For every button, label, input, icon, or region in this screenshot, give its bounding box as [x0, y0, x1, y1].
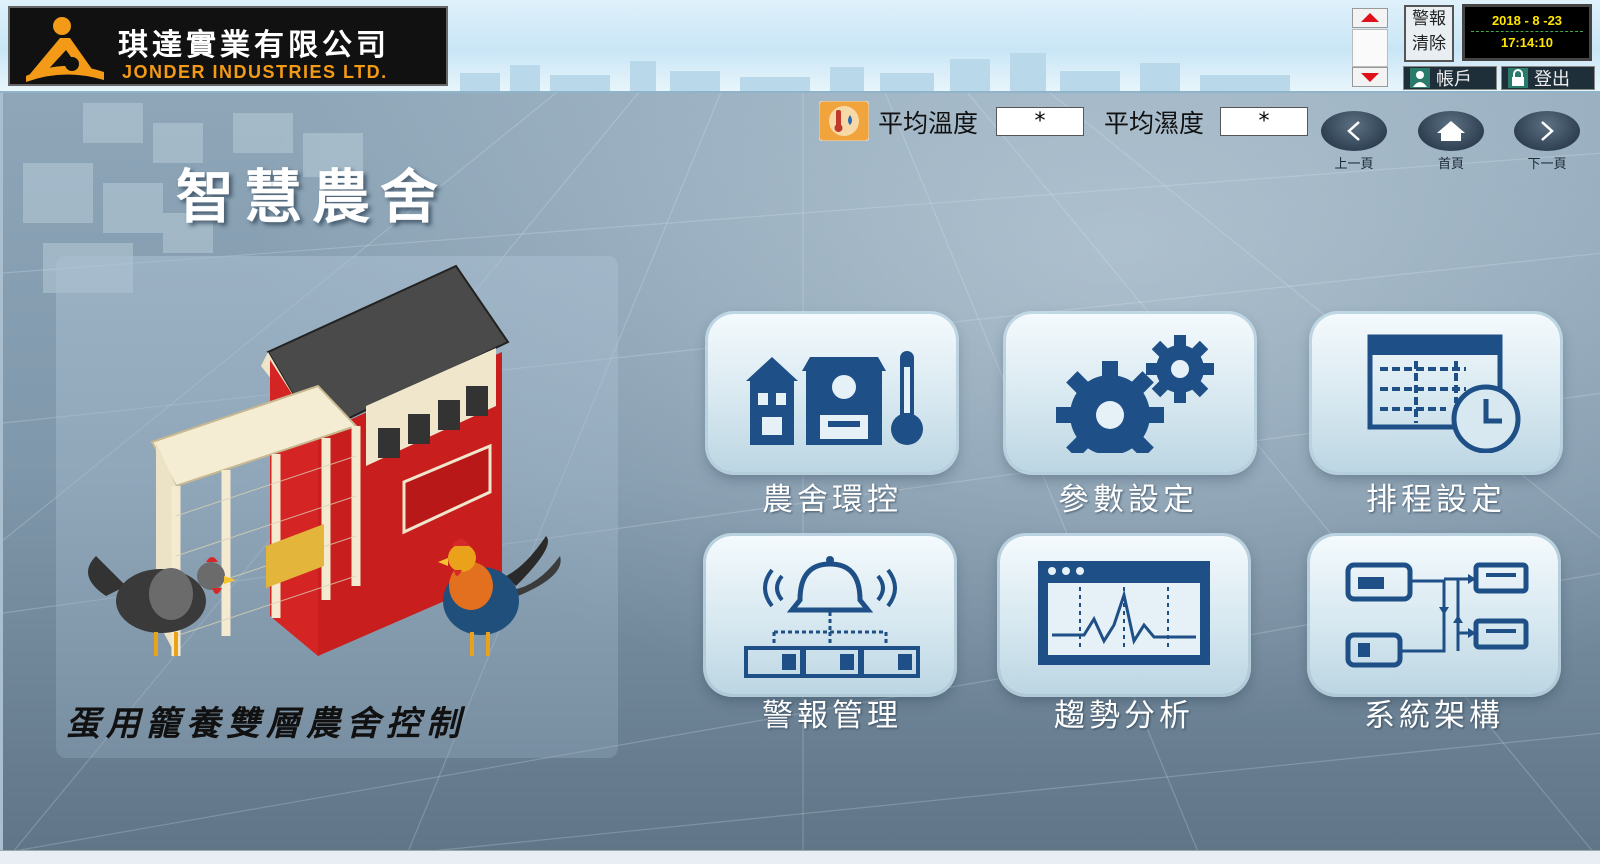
schedule-clock-icon: [1367, 334, 1521, 453]
chevron-right-icon: [1541, 121, 1554, 141]
avg-humidity-value: *: [1220, 107, 1308, 136]
logout-button[interactable]: 登出: [1501, 66, 1595, 90]
arrow-up-icon: [1361, 13, 1379, 22]
scroll-up-button[interactable]: [1352, 8, 1388, 28]
coop-caption: 蛋用籠養雙層農舍控制: [66, 704, 466, 744]
alarm-clear-button[interactable]: 警報 清除: [1404, 5, 1454, 62]
tile-system-architecture[interactable]: [1310, 536, 1558, 694]
gears-icon: [1056, 335, 1214, 453]
thermometer-humidity-icon: [819, 101, 869, 141]
next-page-label: 下一頁: [1527, 157, 1567, 172]
tile-environment-control[interactable]: [708, 314, 956, 472]
tile-schedule-settings[interactable]: [1312, 314, 1560, 472]
trend-chart-icon: [1038, 561, 1210, 665]
barn-thermometer-icon: [746, 351, 923, 445]
tile-parameter-settings-label: 參數設定: [1058, 482, 1198, 518]
jonder-logo-icon: [26, 17, 104, 82]
time-display: 17:14:10: [1500, 35, 1554, 50]
alarm-clear-label-1: 警報: [1412, 9, 1446, 29]
tile-schedule-settings-label: 排程設定: [1366, 482, 1506, 518]
scroll-down-button[interactable]: [1352, 67, 1388, 87]
page-title: 智慧農舍: [176, 163, 449, 231]
account-label: 帳戶: [1436, 69, 1472, 90]
alarm-scroll-track[interactable]: [1352, 29, 1388, 67]
tile-environment-control-label: 農舍環控: [762, 482, 902, 518]
alarm-bell-icon: [744, 556, 920, 678]
tile-trend-analysis-label: 趨勢分析: [1054, 698, 1194, 734]
home-button[interactable]: [1418, 111, 1484, 151]
coop-panel[interactable]: [56, 256, 618, 758]
system-architecture-icon: [1345, 562, 1529, 668]
account-button[interactable]: 帳戶: [1403, 66, 1497, 90]
tile-system-architecture-label: 系統架構: [1364, 698, 1504, 734]
tile-alarm-management[interactable]: [706, 536, 954, 694]
tile-trend-analysis[interactable]: [1000, 536, 1248, 694]
company-name-cn: 琪達實業有限公司: [118, 28, 390, 63]
alarm-clear-label-2: 清除: [1412, 34, 1446, 54]
datetime-display: 2018 - 8 -23 17:14:10: [1462, 4, 1592, 61]
date-display: 2018 - 8 -23: [1491, 13, 1563, 28]
home-label: 首頁: [1437, 157, 1464, 172]
chicken-coop-illustration: [88, 264, 561, 656]
company-logo: 琪達實業有限公司 JONDER INDUSTRIES LTD.: [8, 6, 448, 86]
skyline-decoration: [460, 53, 1290, 91]
tile-alarm-management-label: 警報管理: [762, 698, 902, 734]
prev-page-button[interactable]: [1321, 111, 1387, 151]
tile-parameter-settings[interactable]: [1006, 314, 1254, 472]
clock-divider: [1471, 31, 1583, 32]
next-page-button[interactable]: [1514, 111, 1580, 151]
prev-page-label: 上一頁: [1334, 157, 1374, 172]
home-icon: [1437, 121, 1465, 141]
avg-temp-label: 平均溫度: [878, 109, 979, 138]
header-bar: 琪達實業有限公司 JONDER INDUSTRIES LTD. 警報 清除 20…: [0, 0, 1600, 93]
chevron-left-icon: [1347, 121, 1360, 141]
user-account-icon: [1410, 68, 1430, 88]
bottom-status-bar: [0, 850, 1600, 864]
arrow-down-icon: [1361, 73, 1379, 82]
avg-humidity-label: 平均濕度: [1104, 109, 1205, 138]
company-name-en: JONDER INDUSTRIES LTD.: [122, 62, 388, 82]
avg-temp-value: *: [996, 107, 1084, 136]
lock-icon: [1508, 68, 1528, 88]
logout-label: 登出: [1534, 69, 1570, 90]
